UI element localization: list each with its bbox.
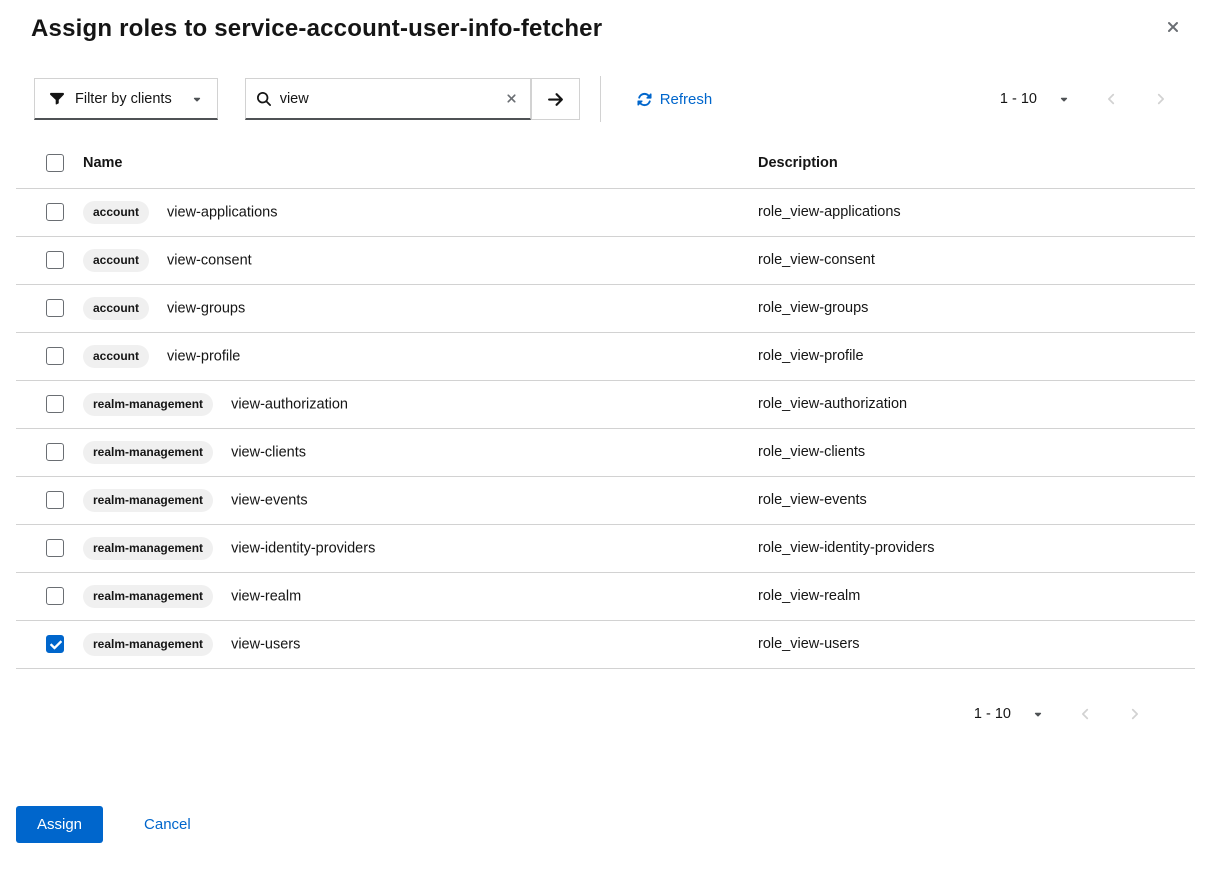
client-badge: realm-management bbox=[83, 633, 213, 656]
role-description: role_view-applications bbox=[758, 188, 1195, 236]
table-row: realm-management view-clients role_view-… bbox=[16, 428, 1195, 476]
row-checkbox[interactable] bbox=[46, 395, 64, 413]
table-row: realm-management view-authorization role… bbox=[16, 380, 1195, 428]
role-name: view-realm bbox=[231, 588, 301, 604]
table-row: realm-management view-users role_view-us… bbox=[16, 620, 1195, 668]
pagination-options-toggle[interactable] bbox=[1027, 703, 1049, 725]
previous-page-button[interactable] bbox=[1101, 86, 1122, 112]
caret-down-icon bbox=[1033, 709, 1043, 719]
table-row: account view-consent role_view-consent bbox=[16, 236, 1195, 284]
client-badge: account bbox=[83, 297, 149, 320]
modal-header: Assign roles to service-account-user-inf… bbox=[0, 0, 1211, 45]
modal-footer: Assign Cancel bbox=[16, 806, 1211, 843]
caret-down-icon bbox=[1059, 94, 1069, 104]
role-description: role_view-identity-providers bbox=[758, 524, 1195, 572]
role-name: view-users bbox=[231, 636, 300, 652]
search-input[interactable] bbox=[280, 91, 499, 107]
client-badge: account bbox=[83, 345, 149, 368]
search-submit-button[interactable] bbox=[531, 78, 580, 120]
role-description: role_view-profile bbox=[758, 332, 1195, 380]
close-button[interactable] bbox=[1159, 13, 1187, 41]
table-row: realm-management view-realm role_view-re… bbox=[16, 572, 1195, 620]
row-checkbox[interactable] bbox=[46, 635, 64, 653]
page-title: Assign roles to service-account-user-inf… bbox=[31, 13, 602, 45]
role-name: view-events bbox=[231, 492, 308, 508]
table-row: account view-groups role_view-groups bbox=[16, 284, 1195, 332]
assign-button[interactable]: Assign bbox=[16, 806, 103, 843]
client-badge: realm-management bbox=[83, 585, 213, 608]
row-checkbox[interactable] bbox=[46, 347, 64, 365]
table-row: realm-management view-identity-providers… bbox=[16, 524, 1195, 572]
role-name: view-groups bbox=[167, 300, 245, 316]
roles-table-body: account view-applications role_view-appl… bbox=[16, 188, 1195, 668]
role-name: view-identity-providers bbox=[231, 540, 375, 556]
toolbar-divider bbox=[600, 76, 601, 122]
role-name: view-authorization bbox=[231, 396, 348, 412]
row-checkbox[interactable] bbox=[46, 299, 64, 317]
role-description: role_view-consent bbox=[758, 236, 1195, 284]
column-header-description: Description bbox=[758, 138, 1195, 188]
role-description: role_view-realm bbox=[758, 572, 1195, 620]
row-checkbox[interactable] bbox=[46, 587, 64, 605]
angle-right-icon bbox=[1130, 707, 1139, 721]
role-name: view-applications bbox=[167, 204, 277, 220]
table-row: account view-profile role_view-profile bbox=[16, 332, 1195, 380]
arrow-right-icon bbox=[547, 91, 564, 108]
client-badge: account bbox=[83, 249, 149, 272]
role-name: view-clients bbox=[231, 444, 306, 460]
toolbar: Filter by clients Refresh bbox=[34, 78, 1171, 120]
role-name: view-profile bbox=[167, 348, 240, 364]
roles-table: Name Description account view-applicatio… bbox=[16, 138, 1195, 669]
role-name: view-consent bbox=[167, 252, 252, 268]
refresh-icon bbox=[637, 92, 652, 107]
previous-page-button[interactable] bbox=[1075, 701, 1096, 727]
search-input-wrap bbox=[245, 78, 531, 120]
client-badge: realm-management bbox=[83, 537, 213, 560]
next-page-button[interactable] bbox=[1124, 701, 1145, 727]
table-row: account view-applications role_view-appl… bbox=[16, 188, 1195, 236]
role-description: role_view-events bbox=[758, 476, 1195, 524]
client-badge: realm-management bbox=[83, 441, 213, 464]
role-description: role_view-authorization bbox=[758, 380, 1195, 428]
clear-icon bbox=[505, 92, 518, 105]
angle-right-icon bbox=[1156, 92, 1165, 106]
clear-search-button[interactable] bbox=[499, 86, 524, 111]
row-checkbox[interactable] bbox=[46, 539, 64, 557]
column-header-name: Name bbox=[83, 138, 758, 188]
pagination-range: 1 - 10 bbox=[1000, 91, 1037, 107]
close-icon bbox=[1165, 19, 1181, 35]
search-group bbox=[245, 78, 580, 120]
pagination-bottom: 1 - 10 bbox=[0, 694, 1211, 734]
client-badge: realm-management bbox=[83, 393, 213, 416]
table-row: realm-management view-events role_view-e… bbox=[16, 476, 1195, 524]
row-checkbox[interactable] bbox=[46, 443, 64, 461]
angle-left-icon bbox=[1107, 92, 1116, 106]
role-description: role_view-groups bbox=[758, 284, 1195, 332]
filter-by-clients-dropdown[interactable]: Filter by clients bbox=[34, 78, 218, 120]
angle-left-icon bbox=[1081, 707, 1090, 721]
client-badge: realm-management bbox=[83, 489, 213, 512]
row-checkbox[interactable] bbox=[46, 251, 64, 269]
search-icon bbox=[257, 92, 271, 106]
next-page-button[interactable] bbox=[1150, 86, 1171, 112]
row-checkbox[interactable] bbox=[46, 203, 64, 221]
pagination-range: 1 - 10 bbox=[974, 706, 1011, 722]
pagination-top: 1 - 10 bbox=[1000, 86, 1171, 112]
select-all-checkbox[interactable] bbox=[46, 154, 64, 172]
row-checkbox[interactable] bbox=[46, 491, 64, 509]
client-badge: account bbox=[83, 201, 149, 224]
table-header-row: Name Description bbox=[16, 138, 1195, 188]
role-description: role_view-users bbox=[758, 620, 1195, 668]
refresh-label: Refresh bbox=[660, 91, 713, 108]
refresh-button[interactable]: Refresh bbox=[637, 91, 713, 108]
chevron-down-icon bbox=[192, 94, 202, 104]
cancel-button[interactable]: Cancel bbox=[144, 816, 191, 833]
filter-icon bbox=[50, 92, 64, 106]
role-description: role_view-clients bbox=[758, 428, 1195, 476]
filter-label: Filter by clients bbox=[75, 91, 172, 107]
pagination-options-toggle[interactable] bbox=[1053, 88, 1075, 110]
